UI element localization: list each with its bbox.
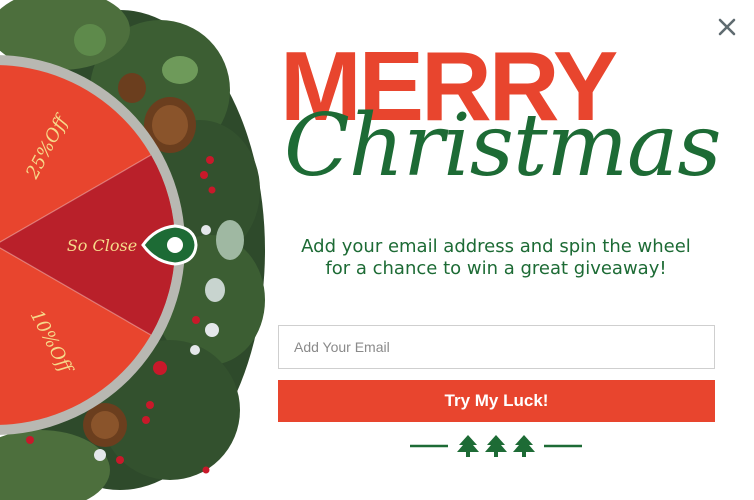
prize-wheel-area: 25%Off So Close 10%Off bbox=[0, 0, 280, 500]
tree-icon bbox=[457, 435, 479, 457]
spin-wheel-popup: 25%Off So Close 10%Off MERRY Christmas A… bbox=[0, 0, 754, 500]
try-my-luck-button[interactable]: Try My Luck! bbox=[278, 380, 715, 422]
close-icon bbox=[718, 18, 736, 36]
description-text: Add your email address and spin the whee… bbox=[301, 236, 691, 279]
tree-divider bbox=[410, 432, 582, 458]
wheel-decoration: 25%Off So Close 10%Off bbox=[0, 0, 265, 500]
wheel-segment-label: So Close bbox=[67, 236, 137, 255]
close-button[interactable] bbox=[714, 14, 740, 40]
tree-icon bbox=[485, 435, 507, 457]
email-input[interactable] bbox=[278, 325, 715, 369]
tree-icon bbox=[513, 435, 535, 457]
headline-christmas: Christmas bbox=[284, 96, 721, 196]
